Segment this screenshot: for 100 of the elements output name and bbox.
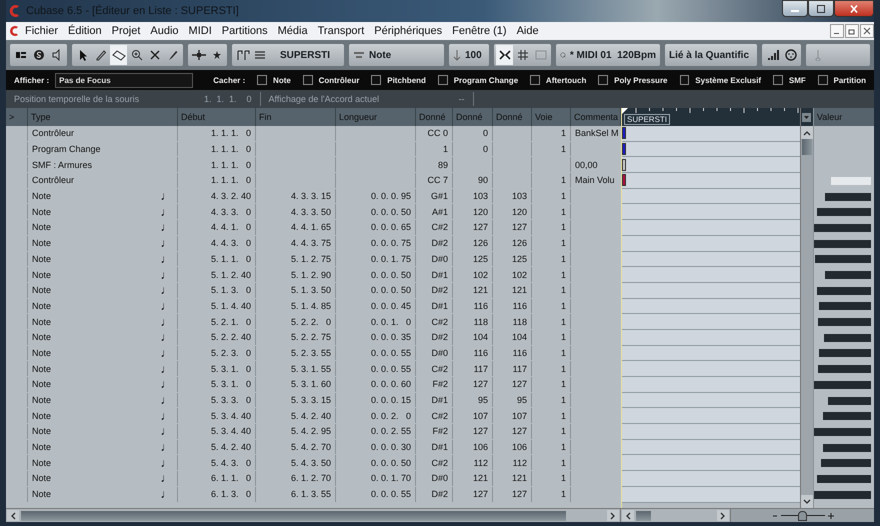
value-bar[interactable] <box>818 365 871 374</box>
close-button[interactable] <box>834 0 874 17</box>
value-bar[interactable] <box>814 224 871 232</box>
event-block[interactable] <box>622 127 626 140</box>
menu-item[interactable]: Périphériques <box>369 25 448 37</box>
event-block[interactable] <box>622 174 626 186</box>
table-cell: C#2 <box>416 361 453 376</box>
scroll-thumb[interactable] <box>636 510 651 520</box>
checkbox[interactable] <box>598 75 608 85</box>
value-bar[interactable] <box>824 192 871 201</box>
value-bar[interactable] <box>828 396 871 405</box>
flags-icon <box>236 49 250 61</box>
table-cell: 5. 4. 2. 95 <box>256 424 336 439</box>
checkbox[interactable] <box>680 75 690 85</box>
table-cell: 127 <box>453 486 493 502</box>
restore-button[interactable] <box>845 24 859 38</box>
minimize-button[interactable] <box>830 24 844 38</box>
table-cell: 1 <box>532 346 571 360</box>
timeline-ruler[interactable]: SUPERSTI <box>622 108 800 126</box>
table-cell: 5. 3. 1. 0 <box>178 377 256 392</box>
menu-item[interactable]: Audio <box>145 25 184 37</box>
table-cell: 0. 0. 1. 75 <box>336 252 416 266</box>
table-cell-text: Note <box>31 441 52 454</box>
menu-item[interactable]: Média <box>272 25 313 37</box>
value-bar[interactable] <box>814 380 871 389</box>
table-cell: 0. 0. 0. 60 <box>336 377 416 392</box>
menu-item[interactable]: MIDI <box>184 25 217 37</box>
menu-item[interactable]: Partitions <box>216 25 273 37</box>
checkbox[interactable] <box>302 75 313 85</box>
table-cell: CC 0 <box>416 126 453 141</box>
scroll-thumb[interactable] <box>21 510 566 520</box>
checkbox[interactable] <box>438 75 448 85</box>
close-button[interactable] <box>860 24 874 38</box>
length-dropdown[interactable]: Lié à la Quantific <box>665 44 757 66</box>
snap-button[interactable] <box>496 45 513 65</box>
vertical-scrollbar[interactable] <box>800 108 813 508</box>
table-cell: 5. 1. 4. 40 <box>178 298 256 314</box>
value-bar[interactable] <box>814 428 871 436</box>
value-bar[interactable] <box>823 444 871 452</box>
table-cell: 121 <box>493 471 532 486</box>
maximize-button[interactable] <box>808 0 834 17</box>
table-cell: 1 <box>532 424 571 439</box>
horizontal-scrollbar[interactable] <box>621 509 731 522</box>
value-bar[interactable] <box>825 271 871 280</box>
event-block[interactable] <box>622 158 626 171</box>
table-cell: 95 <box>493 392 532 408</box>
table-cell-text: Note <box>31 190 52 204</box>
checkbox[interactable] <box>371 75 382 85</box>
velocity-field[interactable]: 100 <box>449 44 489 66</box>
table-cell: 5. 3. 3. 15 <box>256 392 336 408</box>
value-bar[interactable] <box>820 459 871 468</box>
table-cell: 5. 1. 3. 50 <box>256 282 336 298</box>
slider-thumb[interactable] <box>798 510 807 520</box>
focus-dropdown[interactable]: Pas de Focus <box>55 72 194 88</box>
menu-item[interactable]: Fichier <box>20 25 64 37</box>
checkbox[interactable] <box>257 75 268 85</box>
table-cell: 5. 3. 3. 0 <box>178 392 256 408</box>
checkbox[interactable] <box>773 75 783 85</box>
table-cell: 127 <box>493 424 532 439</box>
value-bar[interactable] <box>818 318 871 326</box>
table-cell: 125 <box>493 252 532 266</box>
checkbox[interactable] <box>818 75 828 85</box>
checkbox[interactable] <box>530 75 540 85</box>
value-bar[interactable] <box>814 255 871 264</box>
insert-type-dropdown[interactable]: Note <box>349 44 444 66</box>
close-icon <box>849 4 859 12</box>
value-bar[interactable] <box>814 490 871 499</box>
menu-item[interactable]: Transport <box>312 25 370 37</box>
quantize-dropdown[interactable]: * MIDI 01 120Bpm <box>556 44 660 66</box>
table-cell: 1 <box>532 204 571 220</box>
table-cell-text: Note <box>31 300 52 313</box>
value-bar[interactable] <box>816 286 871 295</box>
value-bar[interactable] <box>818 302 871 310</box>
table-cell-text: Note <box>31 362 52 376</box>
value-bar[interactable] <box>814 240 871 248</box>
brush-icon <box>166 49 178 61</box>
table-cell: 1 <box>532 220 571 235</box>
table-cell: 1 <box>532 188 571 204</box>
menu-item[interactable]: Projet <box>106 25 146 37</box>
horizontal-scrollbar[interactable] <box>6 509 621 522</box>
table-cell: D#1 <box>416 267 453 282</box>
tool-button[interactable] <box>110 45 127 65</box>
menu-item[interactable]: Édition <box>63 25 107 37</box>
table-cell: 121 <box>493 282 532 298</box>
value-bar[interactable] <box>816 474 871 483</box>
event-block[interactable] <box>622 143 626 156</box>
menu-item[interactable]: Fenêtre (1) <box>447 25 512 37</box>
menu-item[interactable]: Aide <box>512 25 544 37</box>
value-bar[interactable] <box>817 208 871 216</box>
scroll-thumb[interactable] <box>802 139 812 155</box>
table-cell: 5. 4. 2. 40 <box>178 440 256 454</box>
minimize-button[interactable] <box>782 0 808 17</box>
track-dropdown[interactable]: SUPERSTI <box>232 44 344 66</box>
table-cell: 0 <box>453 142 493 156</box>
value-bar[interactable] <box>818 349 871 358</box>
table-cell: 1 <box>532 298 571 314</box>
table-cell: C#2 <box>416 455 453 470</box>
value-bar[interactable] <box>822 412 871 420</box>
value-bar[interactable] <box>824 334 871 342</box>
grid-icon <box>516 49 528 61</box>
